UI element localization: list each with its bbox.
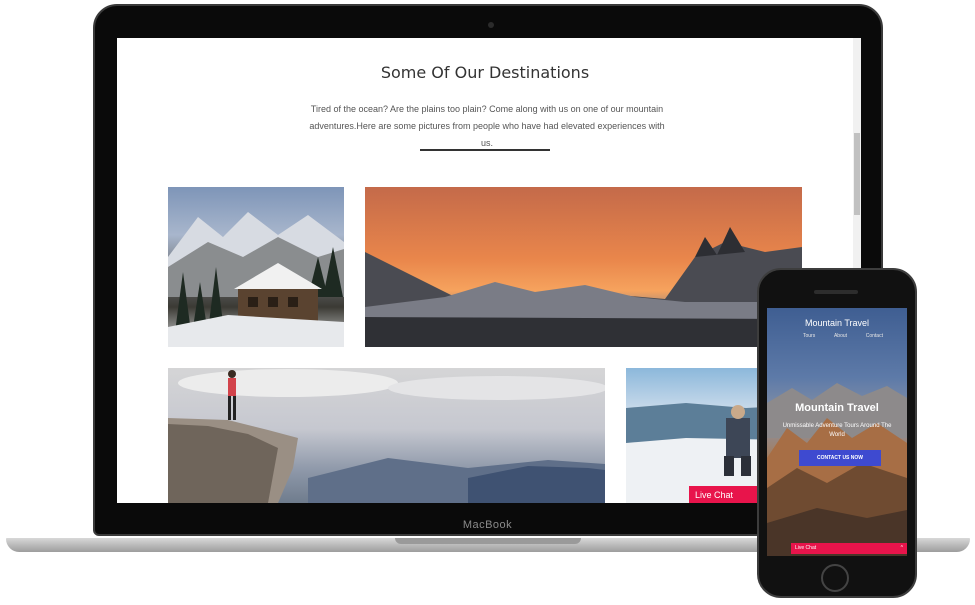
laptop-notch xyxy=(395,538,581,544)
nav-link-about[interactable]: About xyxy=(834,333,847,339)
mobile-live-chat-button[interactable]: Live Chat ^ xyxy=(791,543,907,554)
intro-line-2: adventures.Here are some pictures from p… xyxy=(309,121,665,148)
laptop-screen: Some Of Our Destinations Tired of the oc… xyxy=(117,38,861,503)
page-title: Some Of Our Destinations xyxy=(380,63,590,82)
chevron-up-icon: ^ xyxy=(900,545,903,551)
nav-link-contact[interactable]: Contact xyxy=(866,333,883,339)
phone-screen: Mountain Travel Tours About Contact Moun… xyxy=(767,308,907,556)
mobile-nav: Tours About Contact xyxy=(803,333,883,339)
nav-link-tours[interactable]: Tours xyxy=(803,333,815,339)
snowy-chalet-photo[interactable] xyxy=(168,187,344,347)
mobile-live-chat-label: Live Chat xyxy=(795,545,817,551)
home-button[interactable] xyxy=(821,564,849,592)
scrollbar-thumb[interactable] xyxy=(854,133,860,215)
contact-us-button[interactable]: CONTACT US NOW xyxy=(799,450,881,466)
sunset-mountains-photo[interactable] xyxy=(365,187,802,347)
page-intro: Tired of the ocean? Are the plains too p… xyxy=(307,101,667,152)
mobile-hero-title: Mountain Travel xyxy=(795,402,879,414)
phone-device: Mountain Travel Tours About Contact Moun… xyxy=(757,268,917,598)
camera-icon xyxy=(488,22,494,28)
speaker-icon xyxy=(814,290,858,294)
intro-line-1: Tired of the ocean? Are the plains too p… xyxy=(310,104,664,114)
title-divider xyxy=(420,149,550,151)
mobile-hero-subtitle: Unmissable Adventure Tours Around The Wo… xyxy=(782,423,892,438)
mobile-site-name[interactable]: Mountain Travel xyxy=(767,318,907,328)
hiker-on-cliff-photo[interactable] xyxy=(168,368,605,503)
